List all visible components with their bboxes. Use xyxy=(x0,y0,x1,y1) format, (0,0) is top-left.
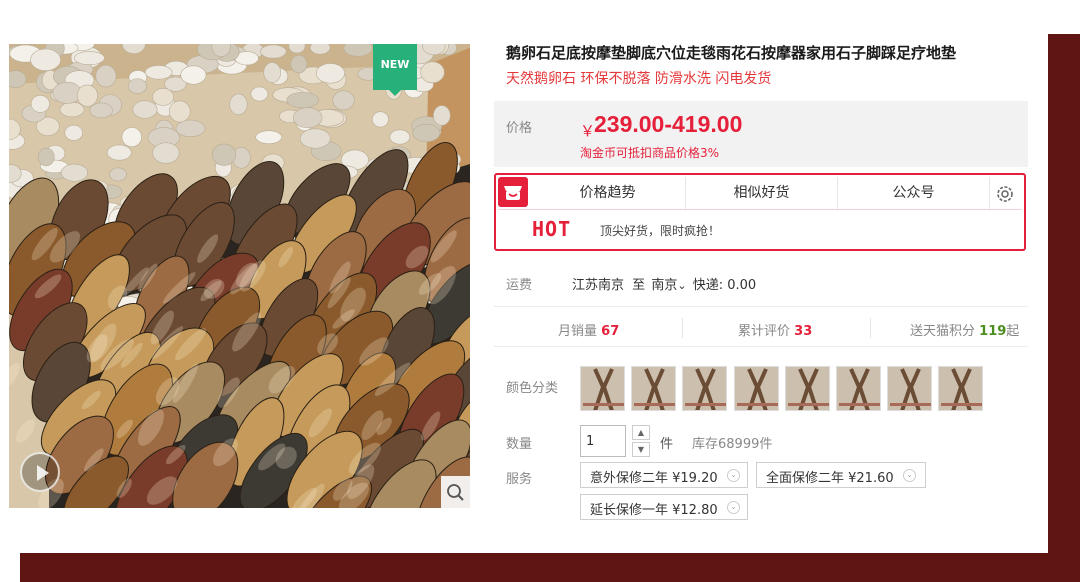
color-swatch[interactable] xyxy=(784,366,830,411)
divider xyxy=(682,318,683,338)
divider xyxy=(494,346,1028,347)
gear-icon[interactable] xyxy=(992,181,1018,207)
price-label: 价格 xyxy=(506,121,533,136)
service-option-label: 意外保修二年 ¥19.20 xyxy=(590,471,718,486)
chevron-down-icon: ⌄ xyxy=(727,469,740,482)
color-swatch[interactable] xyxy=(938,366,984,411)
magnifier-icon[interactable] xyxy=(441,476,470,508)
price-value: 239.00-419.00 xyxy=(594,111,743,137)
color-swatch[interactable] xyxy=(580,366,625,411)
shipping-label: 运费 xyxy=(506,278,533,293)
tmall-points: 送天猫积分 119起 xyxy=(910,320,1019,339)
monthly-sales-label: 月销量 xyxy=(558,324,598,339)
points-value: 119 xyxy=(979,324,1007,339)
chevron-down-icon: ⌄ xyxy=(903,469,916,482)
monthly-sales-value: 67 xyxy=(601,324,620,339)
shipping-fee: 快递: 0.00 xyxy=(692,278,757,293)
monthly-sales: 月销量 67 xyxy=(558,320,619,339)
reviews[interactable]: 累计评价 33 xyxy=(738,320,812,339)
toolbar-divider xyxy=(498,209,1022,210)
product-image[interactable] xyxy=(9,44,470,508)
points-label: 送天猫积分 xyxy=(910,324,976,339)
increment-icon[interactable]: ▲ xyxy=(632,425,650,440)
service-option-extend-1y[interactable]: 延长保修一年 ¥12.80 ⌄ xyxy=(580,494,748,520)
service-option-label: 全面保修二年 ¥21.60 xyxy=(766,471,894,486)
ship-destination-select[interactable]: 南京⌄ xyxy=(651,278,690,293)
shop-bag-icon[interactable] xyxy=(498,177,528,207)
product-title: 鹅卵石足底按摩垫脚底穴位走毯雨花石按摩器家用石子脚踩足疗地垫 xyxy=(506,44,957,62)
service-option-accident-2y[interactable]: 意外保修二年 ¥19.20 ⌄ xyxy=(580,462,748,488)
product-subtitle: 天然鹅卵石 环保不脱落 防滑水洗 闪电发货 xyxy=(506,71,772,87)
color-swatch[interactable] xyxy=(836,366,881,411)
frame-right xyxy=(1048,34,1080,582)
service-label: 服务 xyxy=(506,472,533,487)
tab-similar-items[interactable]: 相似好货 xyxy=(686,177,838,209)
color-swatch[interactable] xyxy=(733,366,779,411)
reviews-label: 累计评价 xyxy=(738,324,791,339)
new-badge: NEW xyxy=(373,44,417,96)
ship-to-label: 至 xyxy=(632,278,646,293)
play-icon[interactable] xyxy=(20,452,60,492)
hot-promo-text[interactable]: 顶尖好货，限时疯抢！ xyxy=(600,222,720,239)
ship-destination: 南京 xyxy=(651,278,678,293)
chevron-down-icon: ⌄ xyxy=(727,501,740,514)
quantity-input[interactable]: 1 xyxy=(580,425,626,457)
points-suffix: 起 xyxy=(1006,324,1020,339)
price-panel: 价格 ￥ 239.00-419.00 淘金币可抵扣商品价格3% xyxy=(494,101,1028,167)
chevron-down-icon: ⌄ xyxy=(677,279,687,292)
quantity-unit: 件 xyxy=(660,437,674,452)
shopping-assistant-bar: 价格趋势 相似好货 公众号 HOT 顶尖好货，限时疯抢！ xyxy=(494,173,1026,251)
color-swatch[interactable] xyxy=(631,366,677,411)
divider xyxy=(494,306,1028,307)
coin-note: 淘金币可抵扣商品价格3% xyxy=(580,146,720,160)
decrement-icon[interactable]: ▼ xyxy=(632,442,650,457)
service-option-label: 延长保修一年 ¥12.80 xyxy=(590,503,718,518)
tab-price-trend[interactable]: 价格趋势 xyxy=(530,177,686,209)
quantity-label: 数量 xyxy=(506,437,533,452)
reviews-value: 33 xyxy=(794,324,813,339)
hot-label: HOT xyxy=(532,217,572,241)
service-option-full-2y[interactable]: 全面保修二年 ¥21.60 ⌄ xyxy=(756,462,926,488)
tab-official-account[interactable]: 公众号 xyxy=(838,177,990,209)
ship-from: 江苏南京 xyxy=(572,278,625,293)
color-swatch[interactable] xyxy=(887,366,933,411)
divider xyxy=(870,318,871,338)
color-label: 颜色分类 xyxy=(506,381,559,396)
color-swatch[interactable] xyxy=(682,366,728,411)
stock-count: 库存68999件 xyxy=(692,437,773,452)
currency-symbol: ￥ xyxy=(580,122,596,140)
frame-bottom xyxy=(20,553,1080,582)
shipping-details: 江苏南京 至 南京⌄ 快递: 0.00 xyxy=(572,274,756,293)
